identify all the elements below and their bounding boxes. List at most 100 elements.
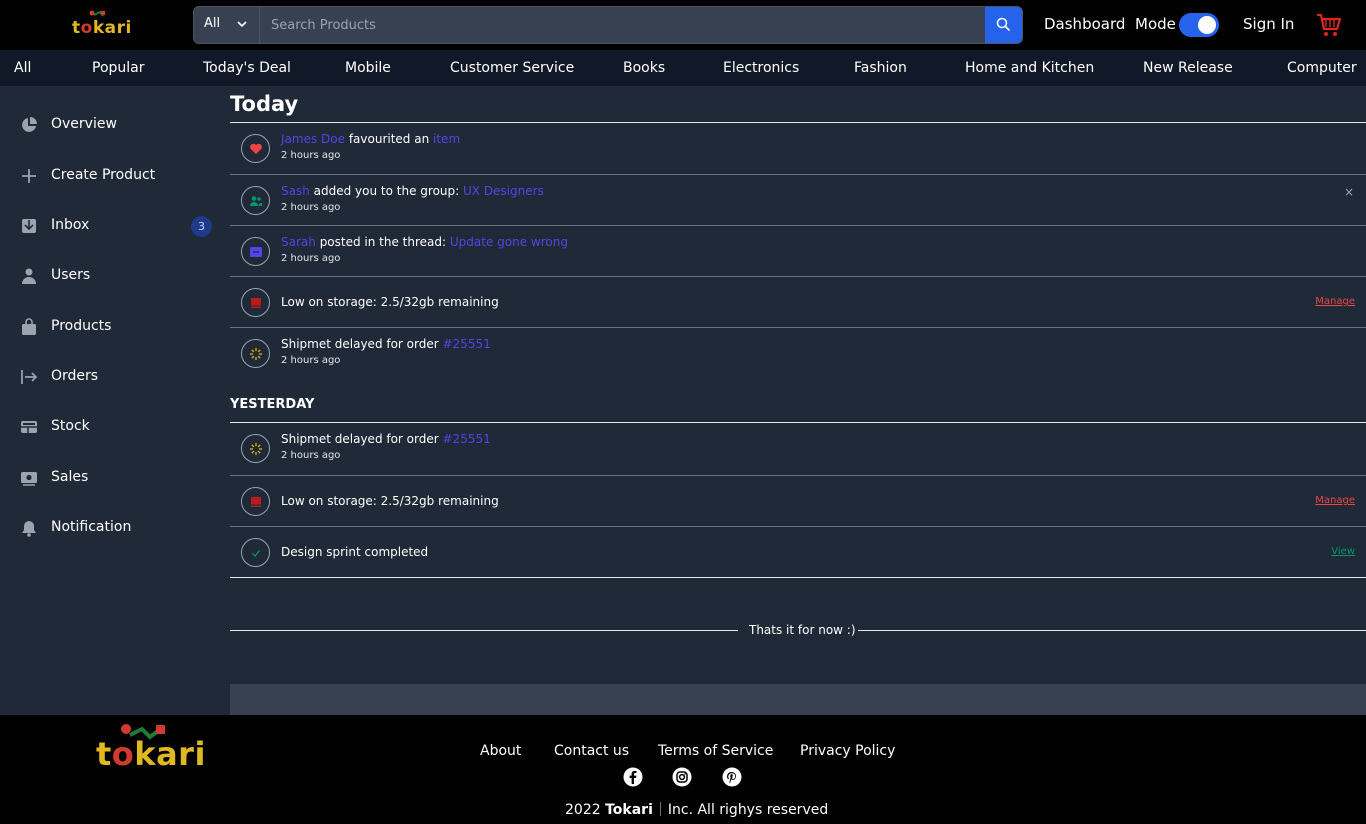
footer-link-terms[interactable]: Terms of Service — [658, 743, 773, 759]
sidebar-item-inbox[interactable]: Inbox 3 — [0, 207, 230, 247]
sidebar-item-products[interactable]: Products — [0, 308, 230, 348]
cart-icon[interactable] — [1316, 12, 1342, 38]
notification-icon-wrap — [241, 487, 270, 516]
sidebar-item-overview[interactable]: Overview — [0, 106, 230, 146]
category-mobile[interactable]: Mobile — [345, 60, 391, 76]
footer-logo-text: tokari — [96, 735, 206, 773]
sidebar-item-label: Create Product — [51, 167, 156, 183]
copyright-text: 2022 Tokari Inc. All righys reserved — [565, 802, 828, 818]
shopping-bag-icon — [22, 318, 36, 335]
notification-item[interactable]: Low on storage: 2.5/32gb remaining Manag… — [230, 276, 1366, 328]
order-link[interactable]: #25551 — [443, 337, 491, 351]
notification-icon-wrap — [241, 538, 270, 567]
search-button[interactable] — [985, 7, 1022, 43]
notification-body: favourited an — [345, 132, 434, 146]
loading-icon — [250, 443, 262, 455]
category-popular[interactable]: Popular — [92, 60, 145, 76]
footer-link-privacy[interactable]: Privacy Policy — [800, 743, 895, 759]
content-bottom-strip — [230, 684, 1366, 715]
category-fashion[interactable]: Fashion — [854, 60, 907, 76]
order-link[interactable]: #25551 — [443, 432, 491, 446]
category-all[interactable]: All — [14, 60, 31, 76]
sidebar-item-create-product[interactable]: Create Product — [0, 157, 230, 197]
actor-link[interactable]: Sash — [281, 184, 310, 198]
pinterest-icon[interactable] — [722, 767, 742, 787]
inbox-icon — [22, 219, 36, 233]
notification-text: Sarah posted in the thread: Update gone … — [281, 235, 568, 249]
mode-toggle[interactable] — [1179, 13, 1219, 37]
yesterday-heading: YESTERDAY — [230, 397, 315, 412]
notification-item[interactable]: Sarah posted in the thread: Update gone … — [230, 225, 1366, 277]
notification-time: 2 hours ago — [281, 450, 341, 461]
instagram-icon[interactable] — [672, 767, 692, 787]
footer: tokari About Contact us Terms of Service… — [0, 715, 1366, 824]
sidebar-item-label: Users — [51, 267, 91, 283]
dismiss-button[interactable]: × — [1344, 185, 1354, 199]
dashboard-link[interactable]: Dashboard — [1044, 15, 1125, 33]
notification-time: 2 hours ago — [281, 202, 341, 213]
manage-link[interactable]: Manage — [1315, 296, 1355, 307]
category-computer[interactable]: Computer — [1287, 60, 1357, 76]
toggle-knob — [1198, 16, 1216, 34]
copyright-year: 2022 — [565, 802, 601, 818]
notification-item[interactable]: Shipmet delayed for order #25551 2 hours… — [230, 422, 1366, 474]
bell-icon — [22, 521, 36, 537]
arrow-right-bar-icon — [21, 370, 38, 384]
sidebar-item-stock[interactable]: Stock — [0, 408, 230, 448]
category-books[interactable]: Books — [623, 60, 665, 76]
search-category-label: All — [204, 16, 221, 31]
notification-time: 2 hours ago — [281, 150, 341, 161]
loading-icon — [250, 348, 262, 360]
target-link[interactable]: UX Designers — [463, 184, 544, 198]
search-input[interactable] — [261, 7, 985, 43]
notification-body: posted in the thread: — [315, 235, 450, 249]
sidebar-item-label: Inbox — [51, 217, 90, 233]
notification-item[interactable]: Sash added you to the group: UX Designer… — [230, 174, 1366, 226]
logo-text: tokari — [72, 18, 132, 38]
search-category-select[interactable]: All — [194, 7, 260, 43]
copyright-brand: Tokari — [605, 802, 653, 818]
sidebar-item-label: Notification — [51, 519, 132, 535]
storage-alert-text: Low on storage: 2.5/32gb remaining — [281, 295, 499, 309]
target-link[interactable]: Update gone wrong — [450, 235, 568, 249]
sidebar-item-notification[interactable]: Notification — [0, 509, 230, 549]
check-icon — [252, 550, 261, 557]
footer-link-about[interactable]: About — [480, 743, 521, 759]
category-todays-deal[interactable]: Today's Deal — [203, 60, 291, 76]
category-new-release[interactable]: New Release — [1143, 60, 1233, 76]
notification-text: Shipmet delayed for order #25551 — [281, 432, 491, 446]
facebook-icon[interactable] — [623, 767, 643, 787]
success-text: Design sprint completed — [281, 545, 429, 559]
search-icon — [996, 17, 1011, 32]
category-electronics[interactable]: Electronics — [723, 60, 799, 76]
sidebar-item-sales[interactable]: Sales — [0, 459, 230, 499]
sidebar-item-users[interactable]: Users — [0, 257, 230, 297]
plus-icon — [22, 169, 36, 183]
notification-icon-wrap — [241, 134, 270, 163]
notification-icon-wrap — [241, 237, 270, 266]
footer-link-contact[interactable]: Contact us — [554, 743, 629, 759]
user-icon — [22, 268, 36, 284]
notification-body: added you to the group: — [309, 184, 463, 198]
signin-link[interactable]: Sign In — [1243, 15, 1294, 33]
notification-item[interactable]: Design sprint completed View — [230, 526, 1366, 578]
sidebar-item-orders[interactable]: Orders — [0, 358, 230, 398]
footer-tokari-logo[interactable]: tokari — [96, 721, 205, 773]
notification-item[interactable]: Shipmet delayed for order #25551 2 hours… — [230, 327, 1366, 379]
copyright-separator — [659, 802, 661, 816]
notification-body: Shipmet delayed for order — [281, 337, 443, 351]
actor-link[interactable]: Sarah — [281, 235, 316, 249]
view-link[interactable]: View — [1331, 546, 1355, 557]
sidebar-item-label: Overview — [51, 116, 117, 132]
category-customer-service[interactable]: Customer Service — [450, 60, 574, 76]
mode-label: Mode — [1135, 15, 1176, 33]
tokari-logo[interactable]: tokari — [72, 10, 131, 38]
sidebar-item-label: Sales — [51, 469, 89, 485]
manage-link[interactable]: Manage — [1315, 495, 1355, 506]
category-home-and-kitchen[interactable]: Home and Kitchen — [965, 60, 1094, 76]
notification-item[interactable]: James Doe favourited an item 2 hours ago — [230, 122, 1366, 174]
notification-item[interactable]: Low on storage: 2.5/32gb remaining Manag… — [230, 475, 1366, 527]
sidebar-item-label: Stock — [51, 418, 90, 434]
actor-link[interactable]: James Doe — [281, 132, 345, 146]
target-link[interactable]: item — [433, 132, 460, 146]
